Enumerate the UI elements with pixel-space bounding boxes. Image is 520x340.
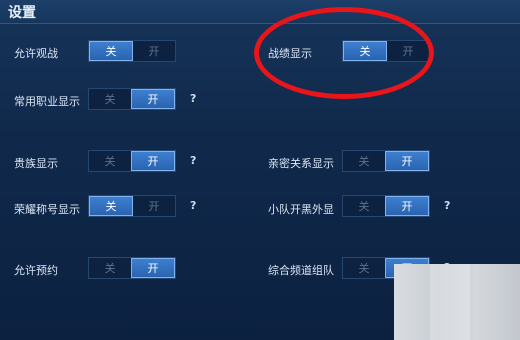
setting-label-intimacy: 亲密关系显示 — [268, 157, 334, 170]
toggle-squad-display[interactable]: 关 开 — [342, 195, 430, 217]
blur-overlay — [394, 264, 520, 340]
toggle-on-option[interactable]: 开 — [133, 41, 175, 61]
toggle-on-option[interactable]: 开 — [131, 89, 175, 109]
toggle-off-option[interactable]: 关 — [89, 258, 131, 278]
toggle-common-class[interactable]: 关 开 — [88, 88, 176, 110]
setting-label-noble: 贵族显示 — [14, 157, 58, 170]
setting-label-common-class: 常用职业显示 — [14, 95, 80, 108]
page-title: 设置 — [8, 5, 36, 21]
toggle-off-option[interactable]: 关 — [89, 196, 133, 216]
toggle-on-option[interactable]: 开 — [131, 258, 175, 278]
toggle-off-option[interactable]: 关 — [89, 151, 131, 171]
toggle-on-option[interactable]: 开 — [131, 151, 175, 171]
setting-label-channel-team: 综合频道组队 — [268, 264, 334, 277]
toggle-honor-title[interactable]: 关 开 — [88, 195, 176, 217]
toggle-intimacy[interactable]: 关 开 — [342, 150, 430, 172]
toggle-on-option[interactable]: 开 — [385, 196, 429, 216]
setting-label-squad-display: 小队开黑外显 — [268, 203, 334, 216]
setting-label-honor-title: 荣耀称号显示 — [14, 203, 80, 216]
toggle-on-option[interactable]: 开 — [133, 196, 175, 216]
help-icon[interactable]: ? — [190, 154, 196, 167]
toggle-off-option[interactable]: 关 — [89, 89, 131, 109]
toggle-allow-spectate[interactable]: 关 开 — [88, 40, 176, 62]
setting-label-allow-reservation: 允许预约 — [14, 264, 58, 277]
toggle-noble[interactable]: 关 开 — [88, 150, 176, 172]
settings-panel: 设置 允许观战 关 开 战绩显示 关 开 常用职业显示 关 开 ? 贵族显示 关… — [0, 0, 520, 340]
help-icon[interactable]: ? — [190, 92, 196, 105]
title-bar: 设置 — [0, 0, 520, 24]
toggle-off-option[interactable]: 关 — [343, 258, 385, 278]
toggle-off-option[interactable]: 关 — [89, 41, 133, 61]
help-icon[interactable]: ? — [190, 199, 196, 212]
setting-label-allow-spectate: 允许观战 — [14, 47, 58, 60]
toggle-allow-reservation[interactable]: 关 开 — [88, 257, 176, 279]
toggle-off-option[interactable]: 关 — [343, 196, 385, 216]
help-icon[interactable]: ? — [444, 199, 450, 212]
toggle-on-option[interactable]: 开 — [385, 151, 429, 171]
toggle-off-option[interactable]: 关 — [343, 151, 385, 171]
highlight-ring — [254, 7, 434, 99]
